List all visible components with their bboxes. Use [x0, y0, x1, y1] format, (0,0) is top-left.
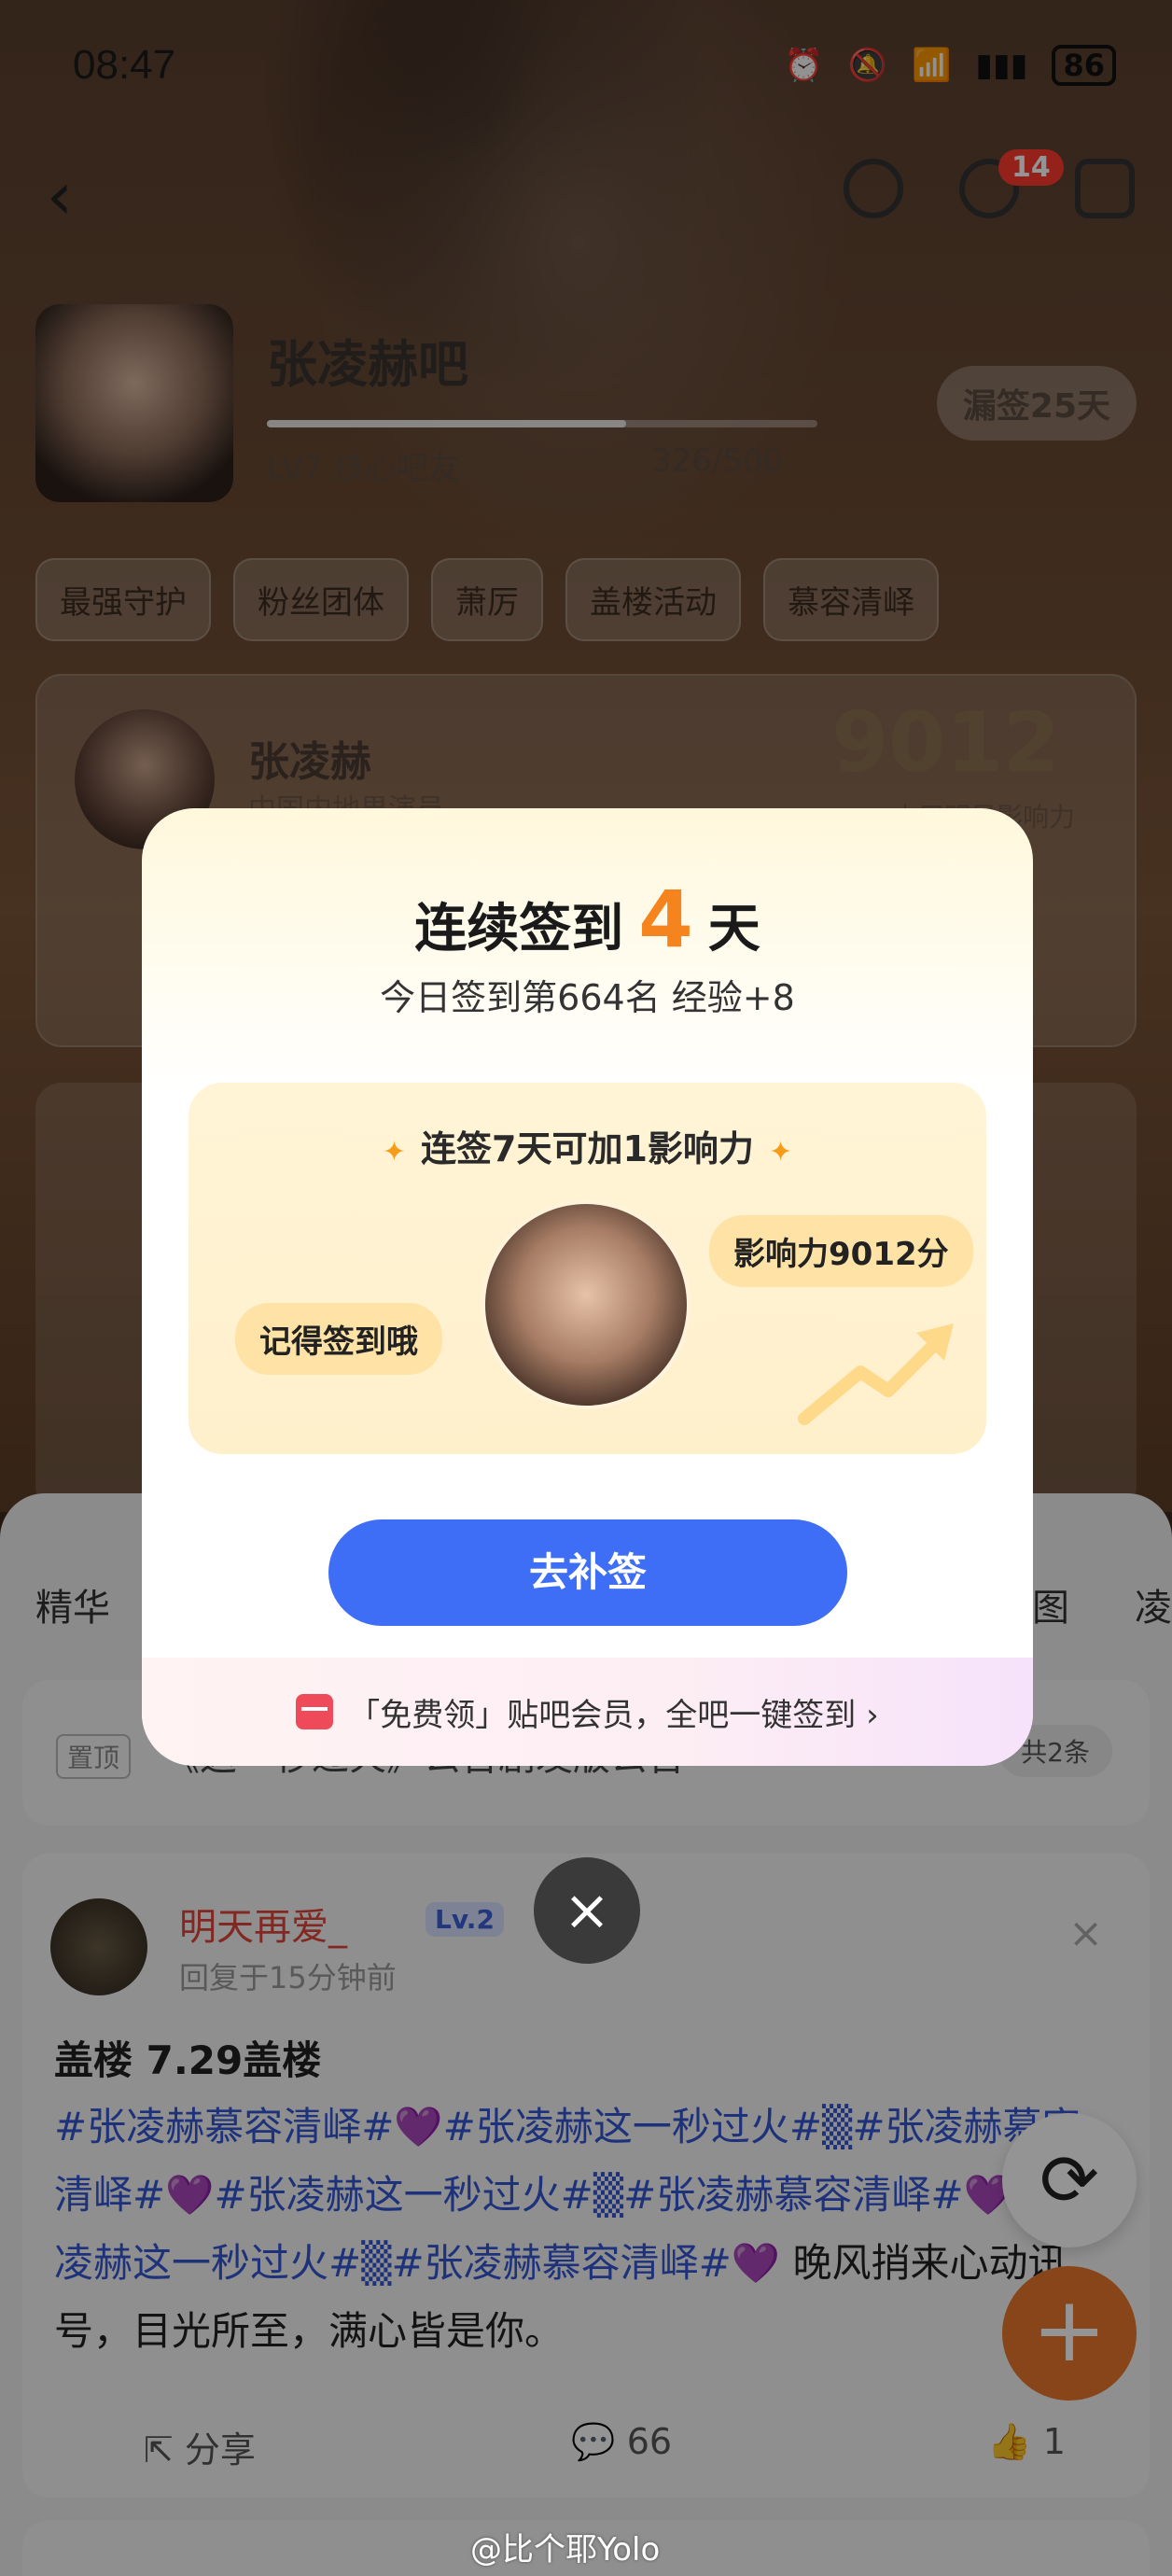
reminder-bubble: 记得签到哦: [235, 1303, 442, 1375]
influence-bubble: 影响力9012分: [709, 1215, 973, 1287]
sign-in-rank: 今日签到第664名 经验+8: [380, 977, 795, 1018]
streak-title: 连续签到 4 天: [142, 874, 1033, 965]
sparkle-icon: ✦: [382, 1136, 407, 1169]
member-promo[interactable]: 「免费领」贴吧会员，全吧一键签到 ›: [142, 1658, 1033, 1766]
watermark: @比个耶Yolo: [470, 2531, 661, 2569]
star-portrait: [481, 1200, 691, 1409]
reward-title-text: 连签7天可加1影响力: [421, 1128, 754, 1169]
member-promo-text: 「免费领」贴吧会员，全吧一键签到 ›: [348, 1696, 879, 1734]
trend-arrow-icon: [798, 1323, 954, 1425]
gift-icon: [296, 1694, 334, 1729]
make-up-sign-button[interactable]: 去补签: [328, 1519, 847, 1626]
streak-days: 4: [638, 874, 693, 965]
reward-panel: ✦ 连签7天可加1影响力 ✦ 记得签到哦 影响力9012分: [188, 1083, 986, 1454]
reward-title: ✦ 连签7天可加1影响力 ✦: [188, 1120, 986, 1171]
close-icon: ×: [563, 1878, 611, 1943]
sign-in-modal: 连续签到 4 天 今日签到第664名 经验+8 ✦ 连签7天可加1影响力 ✦ 记得签到哦…: [142, 808, 1033, 1766]
close-modal-button[interactable]: ×: [534, 1857, 640, 1964]
streak-title-suffix: 天: [707, 899, 760, 959]
sparkle-icon: ✦: [768, 1136, 793, 1169]
streak-title-prefix: 连续签到: [414, 899, 624, 959]
